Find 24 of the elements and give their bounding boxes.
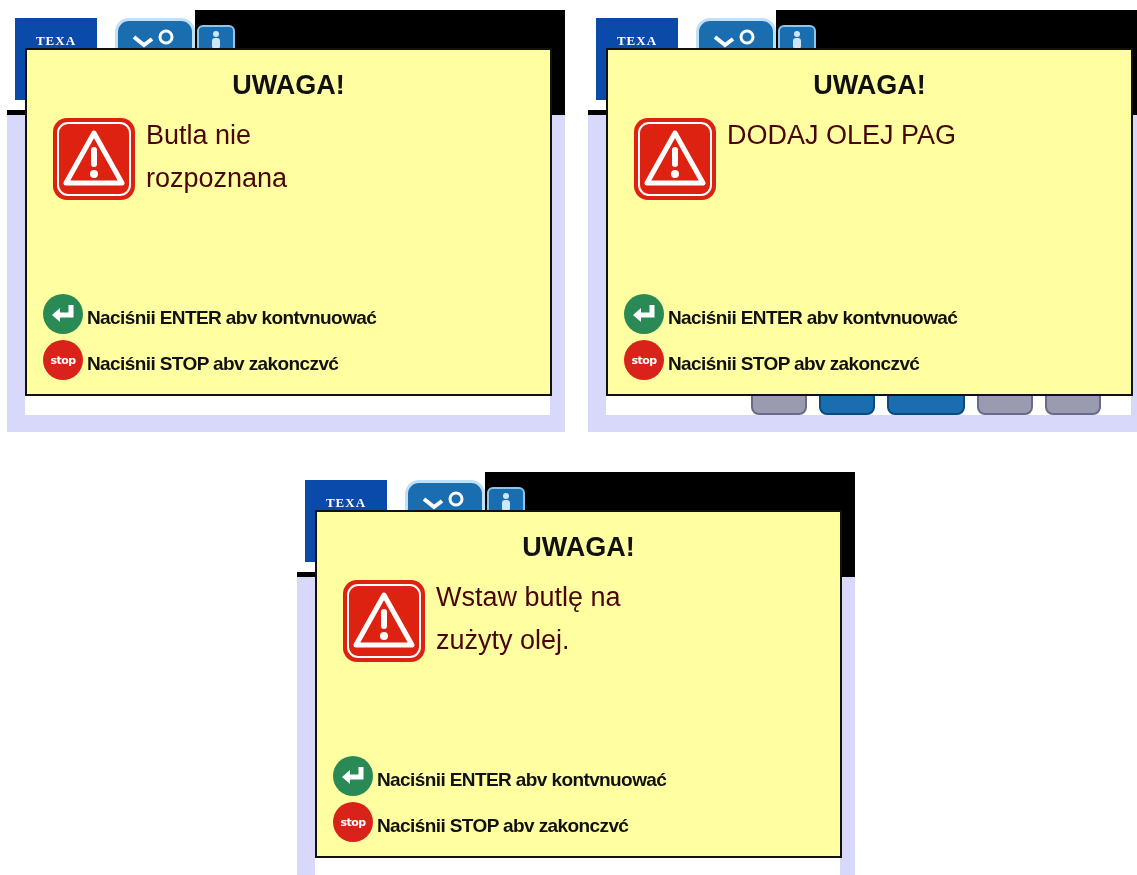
instruction-text: Naciśnii ENTER abv kontvnuować bbox=[87, 307, 377, 329]
instruction-text: Naciśnii ENTER abv kontvnuować bbox=[668, 307, 958, 329]
alert-message: Butla nie rozpoznana bbox=[146, 119, 288, 195]
person-icon bbox=[499, 492, 513, 512]
warning-icon bbox=[633, 117, 717, 201]
warning-icon bbox=[52, 117, 136, 201]
dialog-title: UWAGA! bbox=[522, 532, 635, 563]
enter-icon bbox=[624, 294, 664, 334]
instruction-text: Naciśnii STOP abv zakonczvć bbox=[87, 353, 339, 375]
instruction-text: Naciśnii STOP abv zakonczvć bbox=[668, 353, 920, 375]
warning-icon bbox=[342, 579, 426, 663]
alert-message: DODAJ OLEJ PAG bbox=[727, 119, 957, 152]
stop-sign: stop bbox=[43, 340, 83, 380]
dialog-title: UWAGA! bbox=[232, 70, 345, 101]
enter-icon bbox=[333, 756, 373, 796]
person-icon bbox=[790, 30, 804, 50]
stop-sign: stop bbox=[333, 802, 373, 842]
enter-icon bbox=[43, 294, 83, 334]
person-icon bbox=[209, 30, 223, 50]
alert-message: Wstaw butlę na zużyty olej. bbox=[436, 581, 621, 657]
stop-sign: stop bbox=[624, 340, 664, 380]
dialog-title: UWAGA! bbox=[813, 70, 926, 101]
instruction-text: Naciśnii STOP abv zakonczvć bbox=[377, 815, 629, 837]
instruction-text: Naciśnii ENTER abv kontvnuować bbox=[377, 769, 667, 791]
